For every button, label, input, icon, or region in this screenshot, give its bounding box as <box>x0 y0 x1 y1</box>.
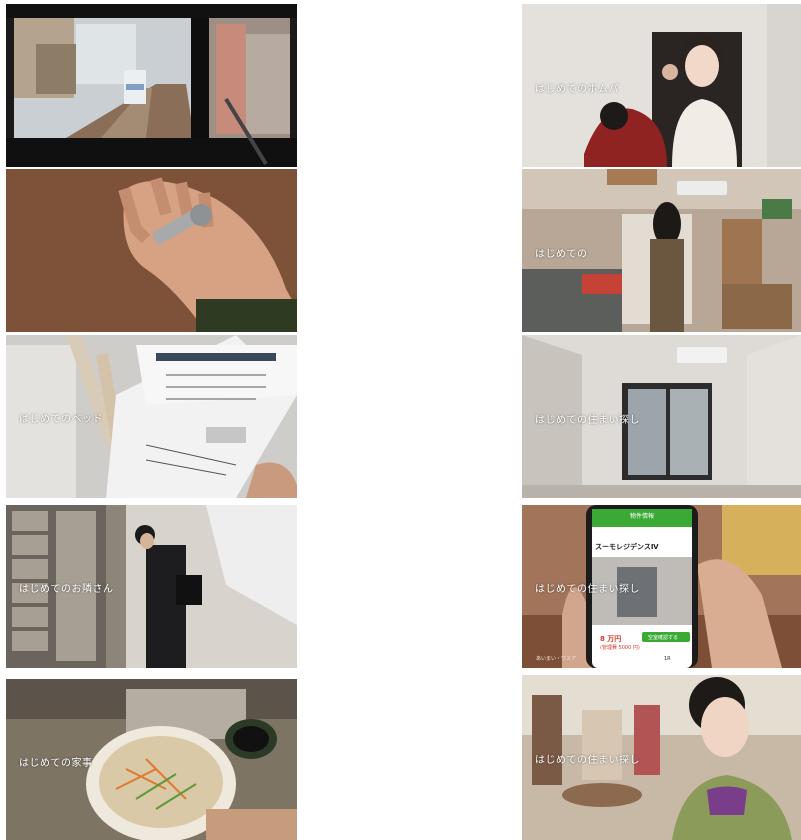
frame-cafe: はじめての住まい探し <box>522 675 801 840</box>
caption-home-party: はじめてのホムパ <box>535 84 619 95</box>
train-view-image <box>6 4 297 167</box>
caption-first-room: はじめての <box>535 249 588 260</box>
phone-price: 8 万円 <box>600 635 622 643</box>
frame-neighbor: はじめてのお隣さん <box>6 505 297 668</box>
frame-first-room: はじめての <box>522 169 801 332</box>
frame-train-view <box>6 4 297 167</box>
frame-hand-keys <box>6 169 297 332</box>
caption-bed: はじめてのベッド <box>19 414 103 425</box>
corner-text: あいまい・ワスア <box>536 656 577 662</box>
frame-phone-search: 物件情報 スーモレジデンスⅣ 8 万円 (管理費 5000 円) 空室確認する … <box>522 505 801 668</box>
frame-housework: はじめての家事 <box>6 679 297 840</box>
caption-cafe: はじめての住まい探し <box>535 755 640 766</box>
phone-property-name: スーモレジデンスⅣ <box>595 543 659 551</box>
phone-price-sub: (管理費 5000 円) <box>600 645 640 651</box>
caption-housework: はじめての家事 <box>19 758 93 769</box>
caption-phone-search: はじめての住まい探し <box>535 584 640 595</box>
frame-home-party: はじめてのホムパ <box>522 4 801 167</box>
caption-neighbor: はじめてのお隣さん <box>19 584 114 595</box>
frame-bed-assembly: はじめてのベッド <box>6 335 297 498</box>
caption-empty-room: はじめての住まい探し <box>535 415 640 426</box>
frame-empty-room: はじめての住まい探し <box>522 335 801 498</box>
hand-keys-image <box>6 169 297 332</box>
phone-floorplan: 1R <box>664 656 671 662</box>
phone-header: 物件情報 <box>630 513 655 520</box>
phone-cta: 空室確認する <box>648 635 679 641</box>
